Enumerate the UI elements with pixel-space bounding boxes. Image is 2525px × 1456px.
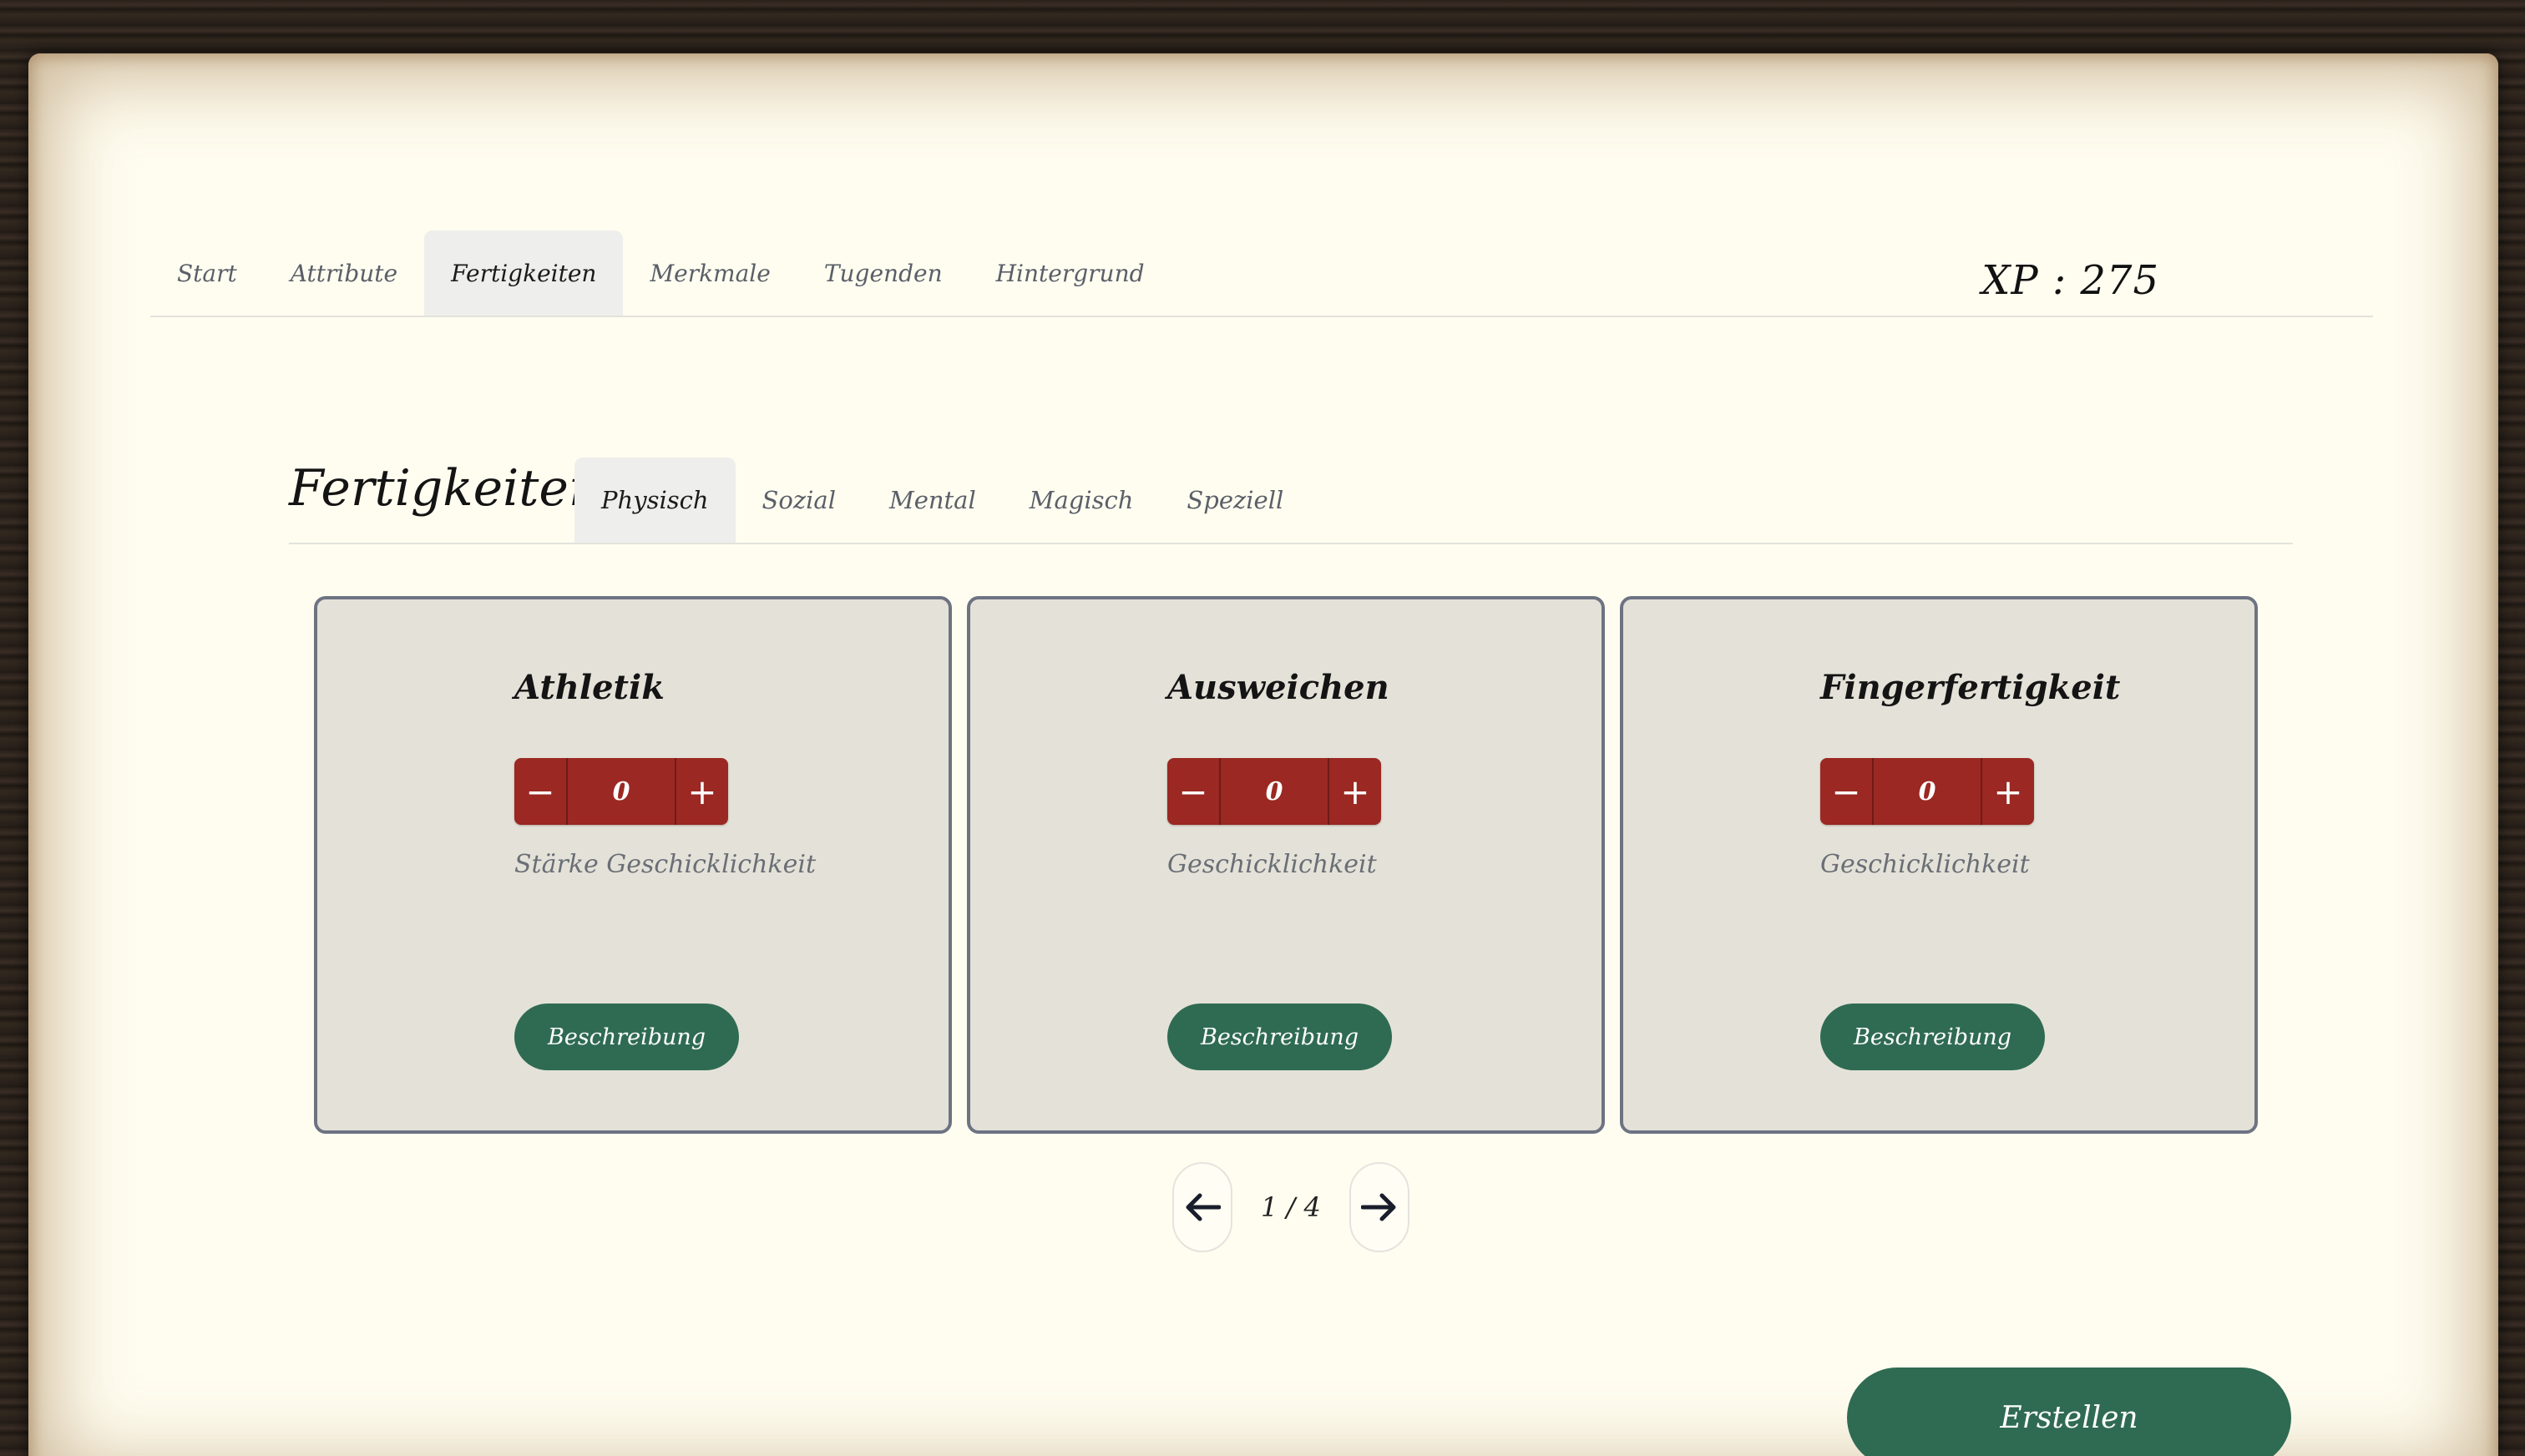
skill-value: 0	[612, 776, 630, 806]
next-page-button[interactable]	[1349, 1162, 1409, 1252]
skill-attributes: Geschicklichkeit	[1167, 850, 1377, 879]
skill-cards: Athletik − 0 + Stärke Geschicklichkeit B…	[314, 596, 2258, 1134]
subtab-mental[interactable]: Mental	[863, 458, 1003, 543]
decrement-button[interactable]: −	[1167, 758, 1221, 825]
subtab-speziell[interactable]: Speziell	[1160, 458, 1310, 543]
tab-merkmale[interactable]: Merkmale	[623, 230, 797, 316]
skill-stepper: − 0 +	[1167, 758, 1381, 825]
previous-page-button[interactable]	[1172, 1162, 1232, 1252]
card-content: Ausweichen − 0 + Geschicklichkeit	[1167, 668, 1389, 879]
tab-hintergrund[interactable]: Hintergrund	[969, 230, 1171, 316]
skill-stepper: − 0 +	[514, 758, 728, 825]
xp-counter: XP : 275	[1981, 257, 2159, 304]
increment-button[interactable]: +	[675, 758, 728, 825]
skill-title: Athletik	[514, 668, 665, 707]
category-tabs: Physisch Sozial Mental Magisch Speziell	[574, 458, 1310, 543]
tab-attribute[interactable]: Attribute	[264, 230, 424, 316]
parchment-page: Start Attribute Fertigkeiten Merkmale Tu…	[28, 53, 2498, 1456]
skill-value: 0	[1265, 776, 1283, 806]
decrement-button[interactable]: −	[1820, 758, 1874, 825]
page-indicator: 1 / 4	[1261, 1191, 1321, 1223]
subtab-magisch[interactable]: Magisch	[1003, 458, 1161, 543]
tab-fertigkeiten[interactable]: Fertigkeiten	[424, 230, 624, 316]
skill-card-fingerfertigkeit: Fingerfertigkeit − 0 + Geschicklichkeit …	[1620, 596, 2258, 1134]
main-nav: Start Attribute Fertigkeiten Merkmale Tu…	[150, 175, 2373, 317]
subtab-sozial[interactable]: Sozial	[736, 458, 863, 543]
description-button[interactable]: Beschreibung	[1820, 1004, 2046, 1070]
description-button[interactable]: Beschreibung	[1167, 1004, 1393, 1070]
main-tabs: Start Attribute Fertigkeiten Merkmale Tu…	[150, 230, 1171, 316]
subtab-physisch[interactable]: Physisch	[574, 458, 736, 543]
skill-title: Ausweichen	[1167, 668, 1389, 707]
increment-button[interactable]: +	[1328, 758, 1381, 825]
increment-button[interactable]: +	[1981, 758, 2034, 825]
tab-start[interactable]: Start	[150, 230, 264, 316]
skill-value: 0	[1918, 776, 1936, 806]
arrow-right-icon	[1360, 1193, 1396, 1221]
card-content: Athletik − 0 + Stärke Geschicklichkeit	[514, 668, 816, 879]
arrow-left-icon	[1186, 1193, 1221, 1221]
skill-card-ausweichen: Ausweichen − 0 + Geschicklichkeit Beschr…	[967, 596, 1605, 1134]
skill-attributes: Stärke Geschicklichkeit	[514, 850, 817, 879]
tab-tugenden[interactable]: Tugenden	[797, 230, 969, 316]
skill-title: Fingerfertigkeit	[1820, 668, 2121, 707]
decrement-button[interactable]: −	[514, 758, 568, 825]
create-button[interactable]: Erstellen	[1847, 1368, 2291, 1456]
skill-card-athletik: Athletik − 0 + Stärke Geschicklichkeit B…	[314, 596, 952, 1134]
pagination: 1 / 4	[1172, 1162, 1409, 1252]
section-title: Fertigkeiten	[289, 459, 601, 518]
card-content: Fingerfertigkeit − 0 + Geschicklichkeit	[1820, 668, 2120, 879]
skill-attributes: Geschicklichkeit	[1820, 850, 2030, 879]
section-header: Fertigkeiten Physisch Sozial Mental Magi…	[289, 421, 2293, 544]
description-button[interactable]: Beschreibung	[514, 1004, 740, 1070]
skill-stepper: − 0 +	[1820, 758, 2034, 825]
